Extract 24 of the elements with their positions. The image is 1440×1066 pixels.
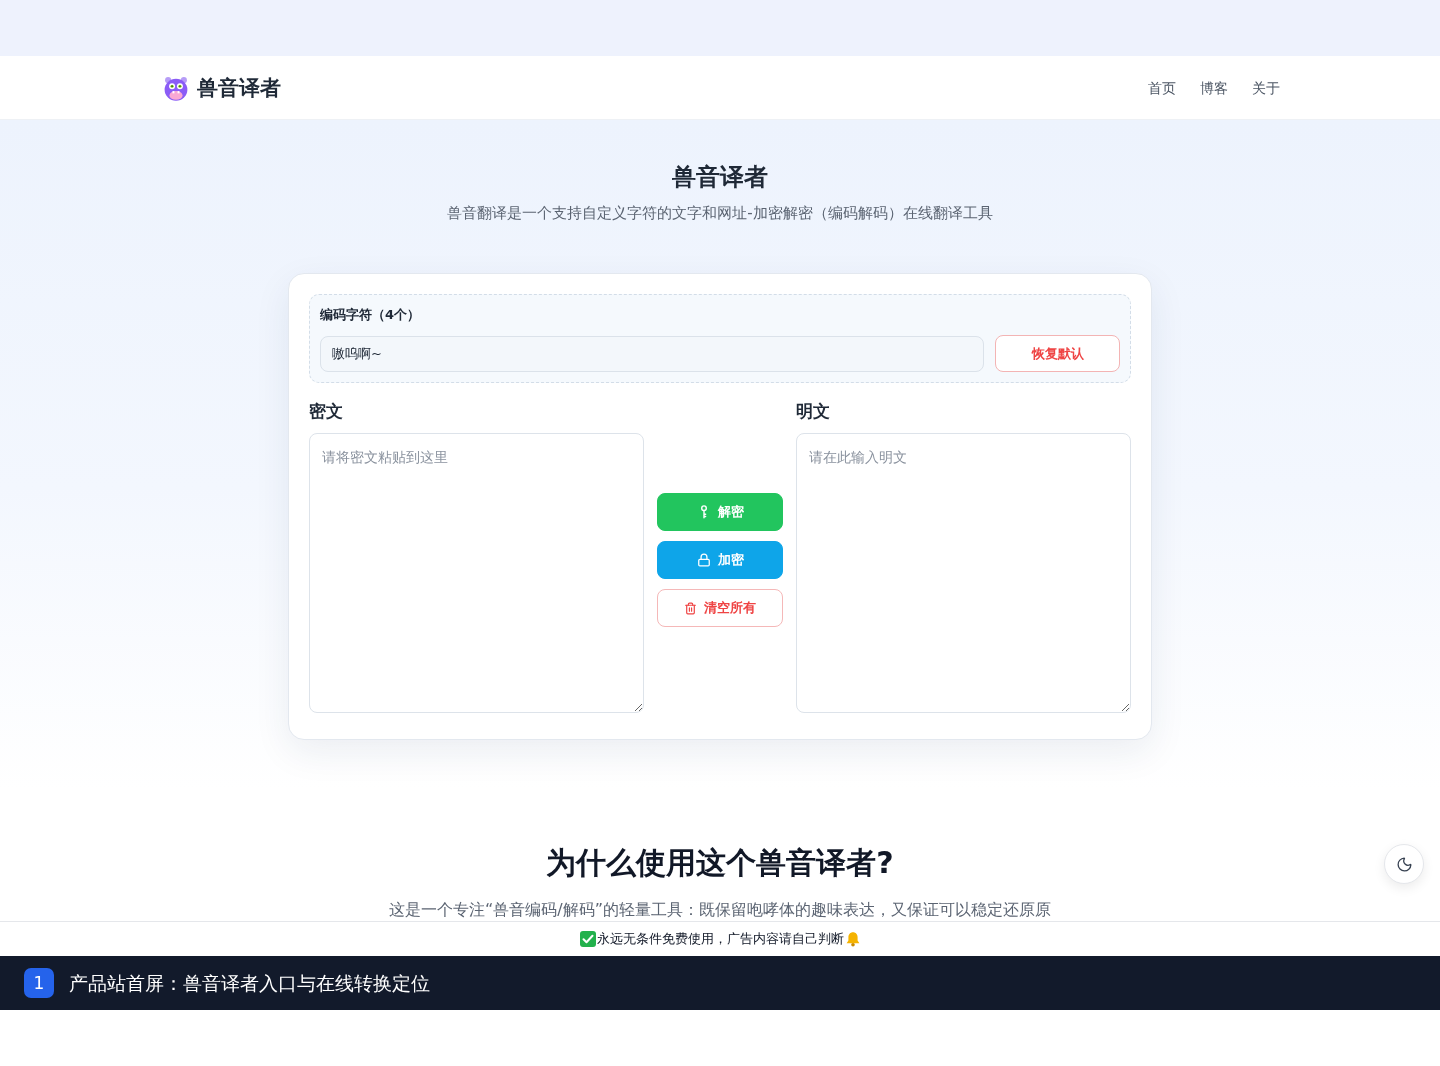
check-icon <box>579 931 596 947</box>
bell-icon <box>844 931 861 947</box>
charset-label: 编码字符（4个） <box>320 306 422 324</box>
step-number-badge: 1 <box>24 968 54 998</box>
plaintext-input-field[interactable]: 请在此输入明文 <box>796 433 1131 713</box>
section-description: 这是一个专注“兽音编码/解码”的轻量工具：既保留咆哮体的趣味表达，又保证可以稳定还原原 <box>389 899 1051 921</box>
clear-button[interactable]: 清空所有 <box>657 589 783 627</box>
ciphertext-input-field[interactable]: 请将密文粘贴到这里 <box>309 433 644 713</box>
site-name: 兽音译者 <box>197 74 281 102</box>
caption-text: 产品站首屏：兽音译者入口与在线转换定位 <box>69 971 430 996</box>
moon-icon <box>1395 855 1413 873</box>
section-title: 为什么使用这个兽音译者? <box>546 844 894 882</box>
hero-subtitle: 兽音翻译是一个支持自定义字符的文字和网址-加密解密（编码解码）在线翻译工具 <box>447 203 993 224</box>
charset-input-field[interactable]: 嗷呜啊~ <box>320 335 984 372</box>
notice-text: 永远无条件免费使用，广告内容请自己判断 <box>596 930 844 948</box>
nav-link[interactable]: 关于 <box>1252 77 1280 98</box>
lock-icon <box>696 553 711 567</box>
hero-title: 兽音译者 <box>672 162 768 193</box>
ciphertext-label: 密文 <box>309 400 344 423</box>
plaintext-label: 明文 <box>796 400 831 423</box>
reset-default-button[interactable]: 恢复默认 <box>995 335 1120 372</box>
nav-link[interactable]: 首页 <box>1148 77 1176 98</box>
nav-link[interactable]: 博客 <box>1200 77 1228 98</box>
trash-icon <box>684 601 697 615</box>
